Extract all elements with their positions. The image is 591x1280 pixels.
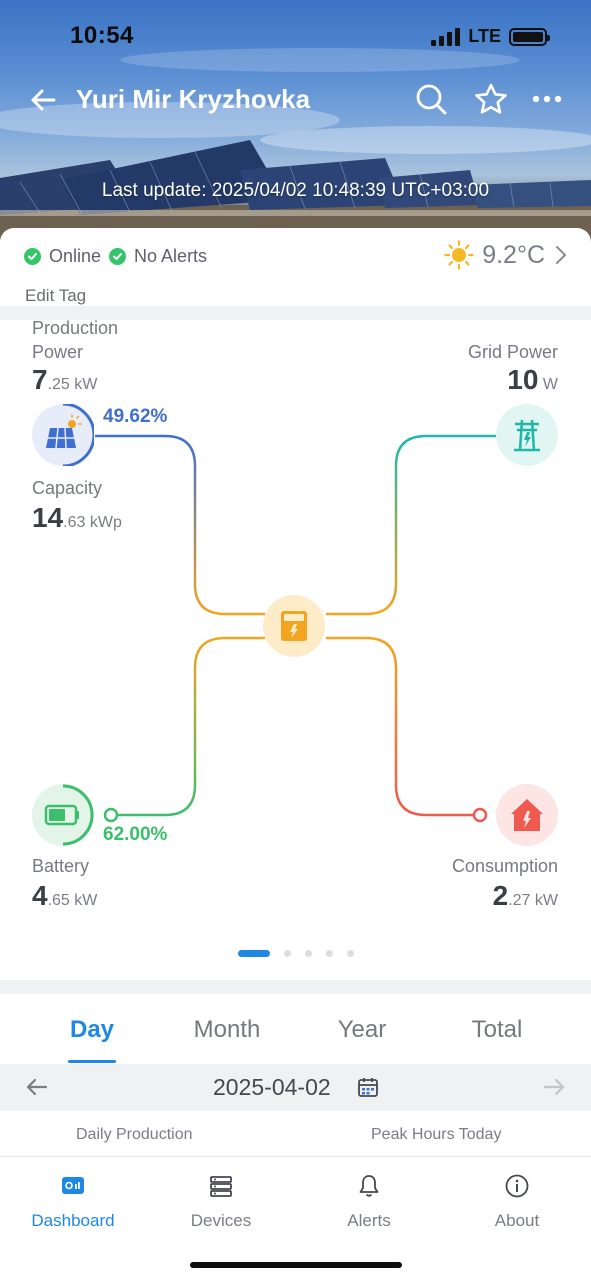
page-dot[interactable] xyxy=(283,950,291,957)
selected-date[interactable]: 2025-04-02 xyxy=(213,1074,331,1101)
date-navigator: 2025-04-02 xyxy=(0,1064,591,1111)
page-dot[interactable] xyxy=(346,950,354,957)
battery-label: Battery xyxy=(32,856,90,876)
solar-panel-icon xyxy=(46,402,96,468)
tab-total[interactable]: Total xyxy=(437,1016,557,1044)
arrow-left-icon[interactable] xyxy=(24,1074,50,1100)
nav-dashboard[interactable]: Dashboard xyxy=(18,1173,128,1231)
production-value: 7.25 kW xyxy=(32,364,98,395)
network-label: LTE xyxy=(468,26,501,46)
weather-button[interactable]: 9.2°C xyxy=(444,240,569,270)
info-icon xyxy=(505,1174,529,1198)
grid-node[interactable] xyxy=(496,404,558,466)
transmission-tower-icon xyxy=(514,419,540,452)
active-tab-indicator xyxy=(68,1060,116,1063)
status-time: 10:54 xyxy=(70,22,134,49)
nav-alerts[interactable]: Alerts xyxy=(314,1173,424,1231)
bell-icon xyxy=(359,1175,379,1197)
section-divider xyxy=(0,980,591,994)
arrow-right-icon[interactable] xyxy=(541,1074,567,1100)
nav-alerts-label: Alerts xyxy=(347,1211,391,1230)
dashboard-icon xyxy=(62,1177,84,1194)
status-row: Online No Alerts xyxy=(24,246,207,267)
nav-dashboard-label: Dashboard xyxy=(31,1211,115,1230)
peak-hours-label: Peak Hours Today xyxy=(371,1126,502,1143)
last-update-text: Last update: 2025/04/02 10:48:39 UTC+03:… xyxy=(101,180,490,201)
chevron-right-icon xyxy=(556,246,566,264)
grid-label: Grid Power xyxy=(467,342,558,362)
battery-status-icon xyxy=(509,27,550,46)
status-indicators: LTE xyxy=(431,26,550,47)
daily-production-label: Daily Production xyxy=(76,1126,193,1143)
tab-year[interactable]: Year xyxy=(302,1016,422,1044)
online-check-icon xyxy=(24,248,41,265)
tab-month[interactable]: Month xyxy=(167,1016,287,1044)
page-indicator[interactable] xyxy=(0,950,591,957)
bottom-tab-bar: Dashboard Devices Alerts About xyxy=(0,1156,591,1280)
top-nav: Yuri Mir Kryzhovka xyxy=(0,80,591,120)
nav-about[interactable]: About xyxy=(462,1173,572,1231)
calendar-icon[interactable] xyxy=(357,1076,379,1098)
alerts-status: No Alerts xyxy=(134,246,208,266)
home-icon xyxy=(511,799,543,831)
page-dot[interactable] xyxy=(304,950,312,957)
nav-about-label: About xyxy=(494,1211,540,1230)
consumption-node[interactable] xyxy=(496,784,558,846)
home-indicator[interactable] xyxy=(190,1262,402,1268)
capacity-value: 14.63 kWp xyxy=(32,502,122,533)
nav-devices-label: Devices xyxy=(190,1211,252,1230)
capacity-label: Capacity xyxy=(32,478,103,498)
battery-icon xyxy=(44,784,94,846)
alerts-check-icon xyxy=(109,248,127,265)
grid-value: 10 W xyxy=(507,364,558,395)
back-arrow-icon[interactable] xyxy=(28,84,60,116)
page-dot[interactable] xyxy=(325,950,333,957)
nav-devices[interactable]: Devices xyxy=(166,1173,276,1231)
search-icon[interactable] xyxy=(414,82,448,116)
signal-icon xyxy=(431,27,461,46)
online-status: Online xyxy=(49,246,102,266)
inverter-icon xyxy=(281,611,307,641)
production-percent: 49.62% xyxy=(103,406,168,427)
more-icon[interactable] xyxy=(530,82,564,116)
devices-icon xyxy=(210,1176,232,1197)
period-tabs: Day Month Year Total xyxy=(0,1016,591,1064)
solar-panel-node[interactable] xyxy=(32,402,96,468)
star-icon[interactable] xyxy=(474,82,508,116)
battery-value: 4.65 kW xyxy=(32,880,98,911)
header-banner: 10:54 LTE Yuri Mir Kryzhovka Last update… xyxy=(0,0,591,250)
edit-tag-link[interactable]: Edit Tag xyxy=(25,286,86,306)
status-card: Online No Alerts 9.2°C Edit Tag xyxy=(0,228,591,308)
production-label: Production Power xyxy=(32,318,119,362)
temperature-value: 9.2°C xyxy=(482,240,545,269)
page-dot-active[interactable] xyxy=(237,950,270,957)
consumption-label: Consumption xyxy=(451,856,558,876)
tab-day[interactable]: Day xyxy=(32,1016,152,1044)
battery-node[interactable] xyxy=(32,784,94,846)
sun-icon xyxy=(444,240,474,270)
page-title: Yuri Mir Kryzhovka xyxy=(76,84,311,114)
battery-percent: 62.00% xyxy=(103,824,168,845)
energy-flow-diagram[interactable]: Production Power 7.25 kW 49.62% Capacity… xyxy=(0,318,591,980)
status-bar: 10:54 LTE xyxy=(0,18,591,54)
inverter-node[interactable] xyxy=(263,595,325,657)
consumption-value: 2.27 kW xyxy=(492,880,558,911)
